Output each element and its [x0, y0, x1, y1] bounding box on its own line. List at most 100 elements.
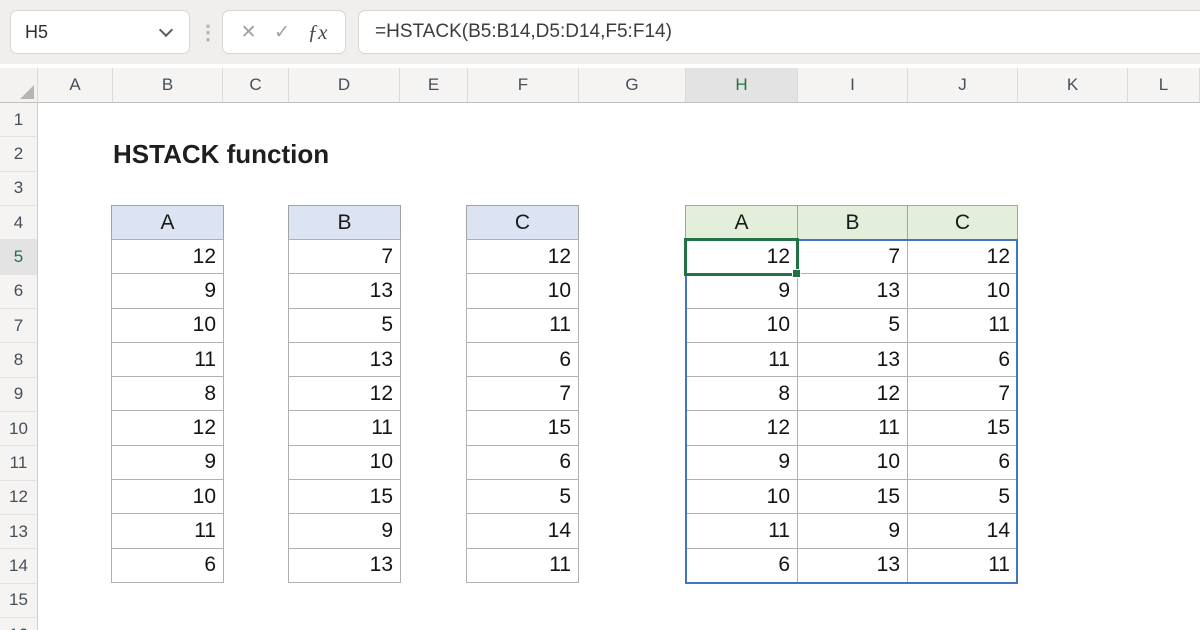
row-header-1[interactable]: 1: [0, 103, 38, 137]
table-cell[interactable]: 15: [288, 479, 401, 514]
result-cell[interactable]: 13: [798, 549, 908, 583]
result-cell[interactable]: 9: [685, 446, 798, 480]
chevron-down-icon[interactable]: [159, 22, 173, 36]
table-cell[interactable]: 12: [466, 239, 579, 274]
result-cell[interactable]: 13: [798, 274, 908, 308]
result-cell[interactable]: 11: [908, 549, 1018, 583]
table-cell[interactable]: 8: [111, 376, 224, 411]
result-cell[interactable]: 10: [685, 480, 798, 514]
result-cell[interactable]: 6: [908, 343, 1018, 377]
select-all-corner[interactable]: [0, 68, 38, 102]
result-cell[interactable]: 5: [908, 480, 1018, 514]
result-cell[interactable]: 11: [685, 514, 798, 548]
table-cell[interactable]: 13: [288, 273, 401, 308]
fill-handle[interactable]: [792, 269, 801, 278]
row-header-7[interactable]: 7: [0, 309, 38, 343]
result-table-header[interactable]: A: [685, 205, 798, 240]
result-table-header[interactable]: C: [907, 205, 1018, 240]
result-cell[interactable]: 10: [908, 274, 1018, 308]
row-header-11[interactable]: 11: [0, 446, 38, 480]
result-cell[interactable]: 13: [798, 343, 908, 377]
table-cell[interactable]: 11: [466, 308, 579, 343]
table-cell[interactable]: 5: [288, 308, 401, 343]
table-cell[interactable]: 6: [466, 342, 579, 377]
table-cell[interactable]: 12: [111, 239, 224, 274]
sheet-title[interactable]: HSTACK function: [113, 137, 329, 172]
result-cell[interactable]: 14: [908, 514, 1018, 548]
column-header-F[interactable]: F: [468, 68, 579, 102]
table-cell[interactable]: 12: [111, 410, 224, 445]
row-header-2[interactable]: 2: [0, 137, 38, 171]
row-header-6[interactable]: 6: [0, 275, 38, 309]
table-cell[interactable]: 13: [288, 342, 401, 377]
insert-function-icon[interactable]: ƒx: [308, 20, 328, 45]
column-header-C[interactable]: C: [223, 68, 289, 102]
result-cell[interactable]: 12: [685, 411, 798, 445]
result-cell[interactable]: 7: [798, 240, 908, 274]
result-cell[interactable]: 12: [908, 240, 1018, 274]
table-cell[interactable]: 9: [111, 273, 224, 308]
result-cell[interactable]: 6: [908, 446, 1018, 480]
result-cell[interactable]: 11: [908, 309, 1018, 343]
result-cell[interactable]: 15: [798, 480, 908, 514]
column-header-A[interactable]: A: [38, 68, 113, 102]
column-header-K[interactable]: K: [1018, 68, 1128, 102]
column-header-J[interactable]: J: [908, 68, 1018, 102]
name-box[interactable]: H5: [10, 10, 190, 54]
row-header-3[interactable]: 3: [0, 172, 38, 206]
column-header-L[interactable]: L: [1128, 68, 1200, 102]
result-cell[interactable]: 10: [798, 446, 908, 480]
formula-bar[interactable]: =HSTACK(B5:B14,D5:D14,F5:F14): [358, 10, 1200, 54]
table-cell[interactable]: 6: [111, 548, 224, 583]
table-cell[interactable]: 7: [288, 239, 401, 274]
table-cell[interactable]: 11: [111, 342, 224, 377]
table-cell[interactable]: 15: [466, 410, 579, 445]
confirm-icon[interactable]: ✓: [274, 23, 290, 42]
result-cell[interactable]: 6: [685, 549, 798, 583]
column-header-H[interactable]: H: [686, 68, 798, 102]
table-cell[interactable]: 7: [466, 376, 579, 411]
table-cell[interactable]: 12: [288, 376, 401, 411]
source-table-header[interactable]: B: [288, 205, 401, 240]
result-cell[interactable]: 5: [798, 309, 908, 343]
row-header-16[interactable]: 16: [0, 618, 38, 630]
row-header-15[interactable]: 15: [0, 584, 38, 618]
table-cell[interactable]: 6: [466, 445, 579, 480]
table-cell[interactable]: 9: [111, 445, 224, 480]
source-table-header[interactable]: A: [111, 205, 224, 240]
table-cell[interactable]: 11: [288, 410, 401, 445]
table-cell[interactable]: 10: [111, 479, 224, 514]
table-cell[interactable]: 11: [111, 513, 224, 548]
result-cell[interactable]: 11: [798, 411, 908, 445]
result-cell[interactable]: 15: [908, 411, 1018, 445]
result-cell[interactable]: 7: [908, 377, 1018, 411]
table-cell[interactable]: 5: [466, 479, 579, 514]
table-cell[interactable]: 13: [288, 548, 401, 583]
result-cell[interactable]: 9: [685, 274, 798, 308]
result-cell[interactable]: 10: [685, 309, 798, 343]
row-header-12[interactable]: 12: [0, 481, 38, 515]
table-cell[interactable]: 10: [466, 273, 579, 308]
row-header-4[interactable]: 4: [0, 206, 38, 240]
table-cell[interactable]: 10: [288, 445, 401, 480]
table-cell[interactable]: 11: [466, 548, 579, 583]
result-cell[interactable]: 11: [685, 343, 798, 377]
result-table-header[interactable]: B: [797, 205, 908, 240]
column-header-I[interactable]: I: [798, 68, 908, 102]
result-cell[interactable]: 9: [798, 514, 908, 548]
table-cell[interactable]: 10: [111, 308, 224, 343]
column-header-G[interactable]: G: [579, 68, 686, 102]
result-cell[interactable]: 12: [798, 377, 908, 411]
cancel-icon[interactable]: ✕: [241, 23, 257, 42]
table-cell[interactable]: 9: [288, 513, 401, 548]
column-header-B[interactable]: B: [113, 68, 223, 102]
row-header-5[interactable]: 5: [0, 240, 38, 274]
row-header-14[interactable]: 14: [0, 549, 38, 583]
result-cell[interactable]: 8: [685, 377, 798, 411]
row-header-13[interactable]: 13: [0, 515, 38, 549]
result-cell[interactable]: 12: [685, 240, 798, 274]
source-table-header[interactable]: C: [466, 205, 579, 240]
table-cell[interactable]: 14: [466, 513, 579, 548]
column-header-D[interactable]: D: [289, 68, 400, 102]
row-header-10[interactable]: 10: [0, 412, 38, 446]
